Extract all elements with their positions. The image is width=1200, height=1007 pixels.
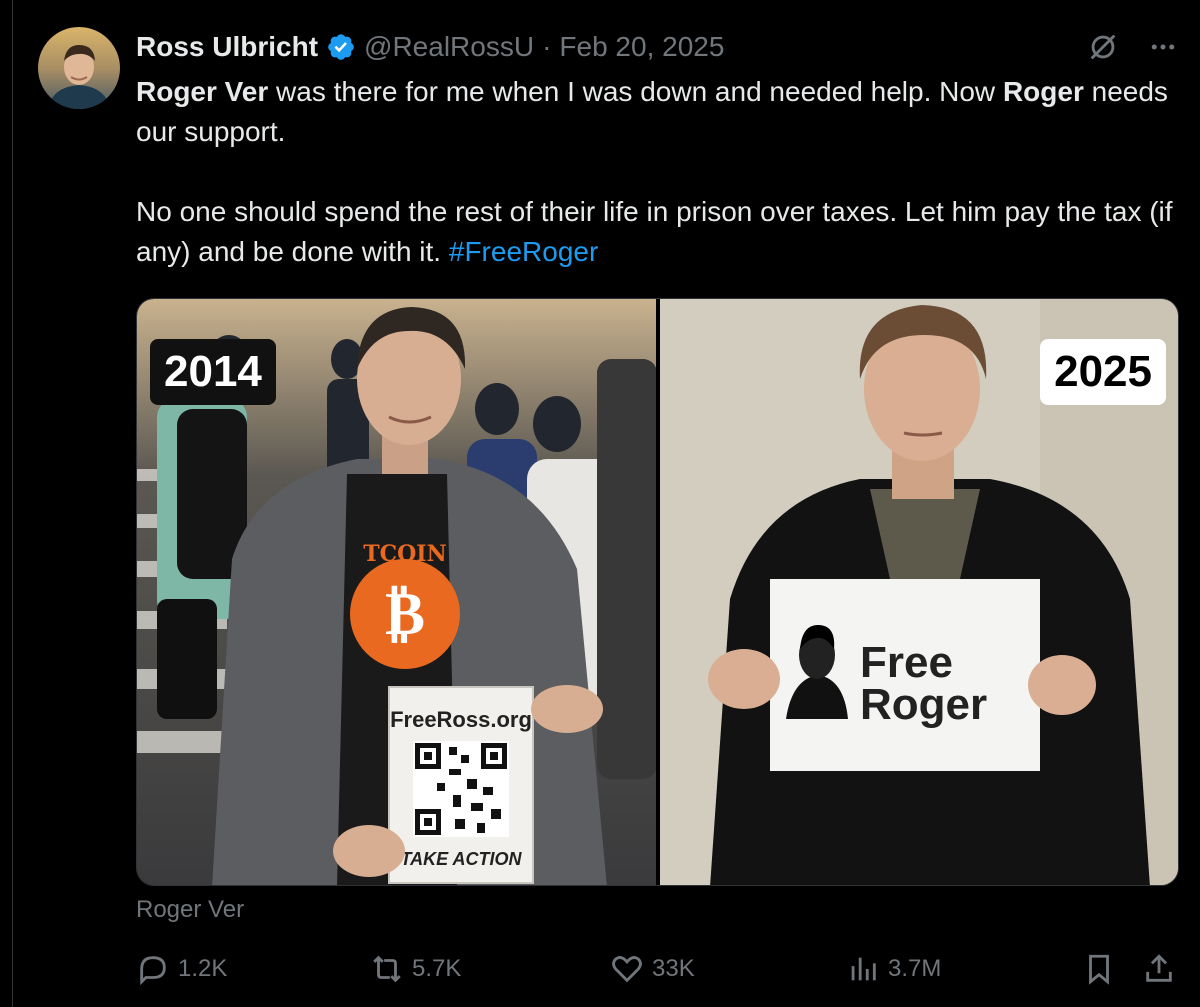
tweet-paragraph-2: No one should spend the rest of their li…	[136, 192, 1181, 272]
author-handle[interactable]: @RealRossU	[364, 31, 534, 63]
tweet-media[interactable]: ₿ TCOIN FreeRoss.org TAKE ACTION 2014 Fr…	[136, 298, 1179, 886]
shirt-text: TCOIN	[363, 541, 446, 567]
author-name[interactable]: Ross Ulbricht	[136, 31, 318, 63]
share-button[interactable]	[1142, 952, 1176, 986]
sign-roger-text: Roger	[860, 680, 987, 729]
svg-text:₿: ₿	[385, 579, 425, 649]
grok-icon[interactable]	[1086, 30, 1120, 69]
sign-freeross-title: FreeRoss.org	[390, 707, 532, 732]
view-count: 3.7M	[888, 955, 942, 982]
repost-button[interactable]: 5.7K	[370, 952, 461, 986]
media-caption: Roger Ver	[136, 896, 245, 923]
paragraph-1-text-a: was there for me when I was down and nee…	[268, 76, 1003, 107]
like-button[interactable]: 33K	[610, 952, 695, 986]
year-badge-2025: 2025	[1040, 339, 1166, 405]
mention-roger-ver: Roger Ver	[136, 76, 269, 107]
tweet-top-actions	[1086, 30, 1178, 69]
verified-badge-icon[interactable]	[326, 32, 356, 62]
mention-roger: Roger	[1002, 76, 1084, 107]
like-count: 33K	[652, 955, 695, 982]
reply-count: 1.2K	[178, 955, 228, 982]
tweet-actions: 1.2K 5.7K 33K 3.7M	[136, 952, 1180, 992]
photo-2014[interactable]: ₿ TCOIN FreeRoss.org TAKE ACTION 2014	[137, 299, 656, 885]
views-button[interactable]: 3.7M	[846, 952, 941, 986]
bookmark-icon	[1089, 954, 1109, 985]
tweet-paragraph-1: Roger Ver was there for me when I was do…	[136, 72, 1181, 152]
hashtag-link[interactable]: #FreeRoger	[449, 236, 598, 267]
repost-count: 5.7K	[412, 955, 462, 982]
reply-icon	[140, 956, 166, 986]
reply-button[interactable]: 1.2K	[136, 952, 227, 986]
share-icon	[1146, 954, 1172, 982]
avatar[interactable]	[38, 27, 120, 109]
paragraph-2-text: No one should spend the rest of their li…	[136, 196, 1173, 267]
tweet-text: Roger Ver was there for me when I was do…	[136, 72, 1181, 272]
photo-2025[interactable]: Free Roger 2025	[655, 299, 1178, 885]
like-icon	[612, 956, 642, 983]
year-badge-2014: 2014	[150, 339, 276, 405]
sign-take-action: TAKE ACTION	[401, 849, 523, 869]
tweet-header: Ross Ulbricht @RealRossU · Feb 20, 2025	[136, 30, 724, 64]
repost-icon	[373, 955, 401, 983]
views-icon	[851, 957, 876, 981]
more-icon[interactable]	[1148, 32, 1178, 67]
dot-separator: ·	[542, 31, 552, 62]
tweet-date[interactable]: Feb 20, 2025	[559, 31, 724, 63]
bookmark-button[interactable]	[1082, 952, 1116, 986]
